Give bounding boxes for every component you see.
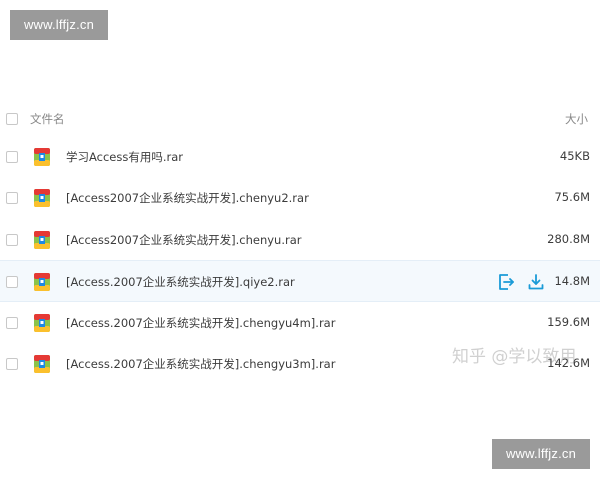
file-size: 75.6M [554,190,590,204]
rar-archive-icon [34,273,50,291]
file-checkbox[interactable] [6,234,18,246]
file-name[interactable]: [Access2007企业系统实战开发].chenyu.rar [66,232,302,248]
file-checkbox[interactable] [6,192,18,204]
rar-archive-icon [34,189,50,207]
watermark-bottom: www.lffjz.cn [492,439,590,469]
file-row[interactable]: [Access.2007企业系统实战开发].chengyu4m].rar 159… [0,302,600,344]
file-name[interactable]: [Access.2007企业系统实战开发].qiye2.rar [66,274,295,290]
rar-archive-icon [34,355,50,373]
file-size: 14.8M [554,274,590,288]
file-row-hovered[interactable]: [Access.2007企业系统实战开发].qiye2.rar 14.8M [0,260,600,302]
column-header-name[interactable]: 文件名 [30,111,65,127]
file-checkbox[interactable] [6,317,18,329]
file-size: 280.8M [547,232,590,246]
file-row[interactable]: [Access2007企业系统实战开发].chenyu2.rar 75.6M [0,177,600,219]
file-row[interactable]: [Access2007企业系统实战开发].chenyu.rar 280.8M [0,219,600,261]
file-size: 159.6M [547,315,590,329]
file-name[interactable]: [Access.2007企业系统实战开发].chengyu4m].rar [66,315,335,331]
column-header-size[interactable]: 大小 [565,111,588,127]
file-checkbox[interactable] [6,358,18,370]
file-list-header: 文件名 大小 [0,102,600,136]
file-size: 45KB [559,149,590,163]
watermark-top: www.lffjz.cn [10,10,108,40]
file-name[interactable]: 学习Access有用吗.rar [66,149,183,165]
rar-archive-icon [34,231,50,249]
file-name[interactable]: [Access.2007企业系统实战开发].chengyu3m].rar [66,356,335,372]
zhihu-watermark: 知乎 @学以致用 [452,347,577,367]
file-name[interactable]: [Access2007企业系统实战开发].chenyu2.rar [66,190,309,206]
share-icon[interactable] [497,273,515,291]
download-icon[interactable] [527,273,545,291]
file-row[interactable]: 学习Access有用吗.rar 45KB [0,136,600,178]
file-checkbox[interactable] [6,151,18,163]
select-all-checkbox[interactable] [6,113,18,125]
rar-archive-icon [34,148,50,166]
rar-archive-icon [34,314,50,332]
file-checkbox[interactable] [6,276,18,288]
